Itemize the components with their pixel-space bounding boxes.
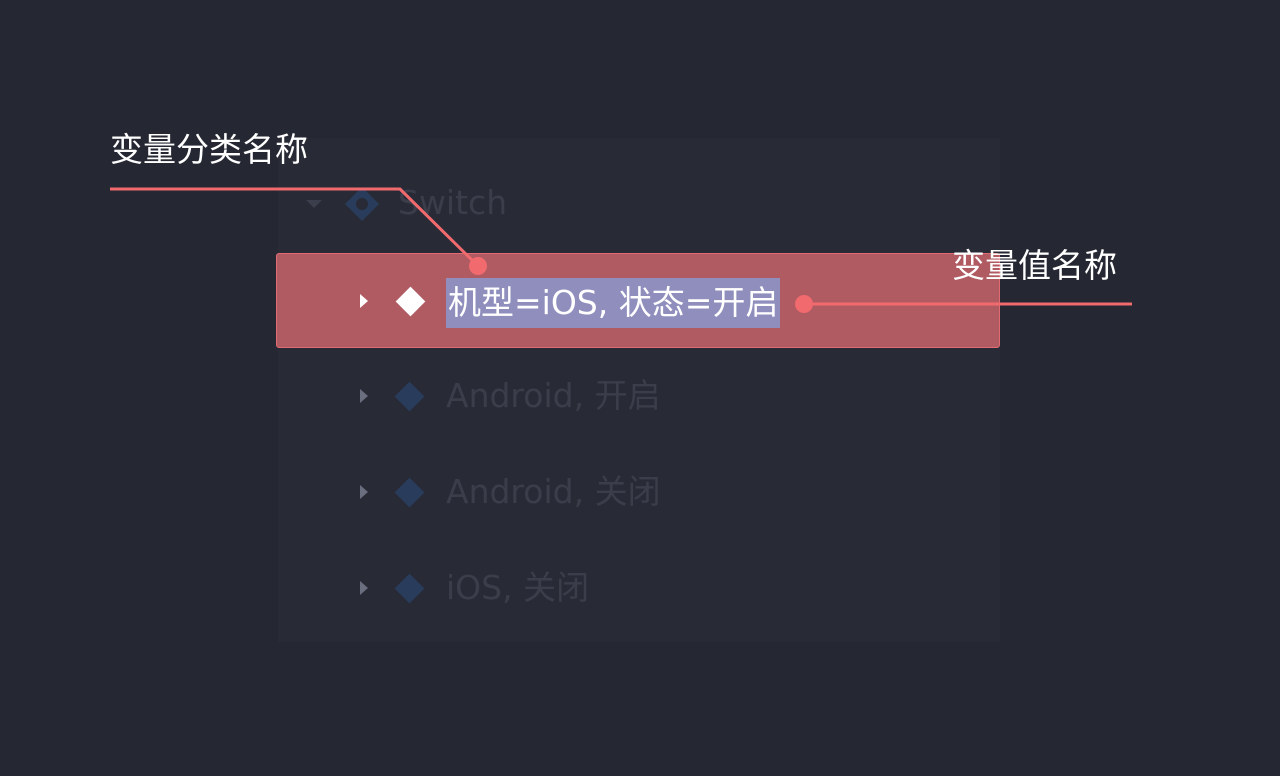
category-callout-dot [469, 257, 487, 275]
category-callout-line [110, 187, 480, 268]
value-name-annotation: 变量值名称 [952, 246, 1117, 285]
value-callout-dot [795, 295, 813, 313]
category-name-annotation: 变量分类名称 [110, 130, 308, 169]
annotation-lines [110, 187, 1132, 313]
